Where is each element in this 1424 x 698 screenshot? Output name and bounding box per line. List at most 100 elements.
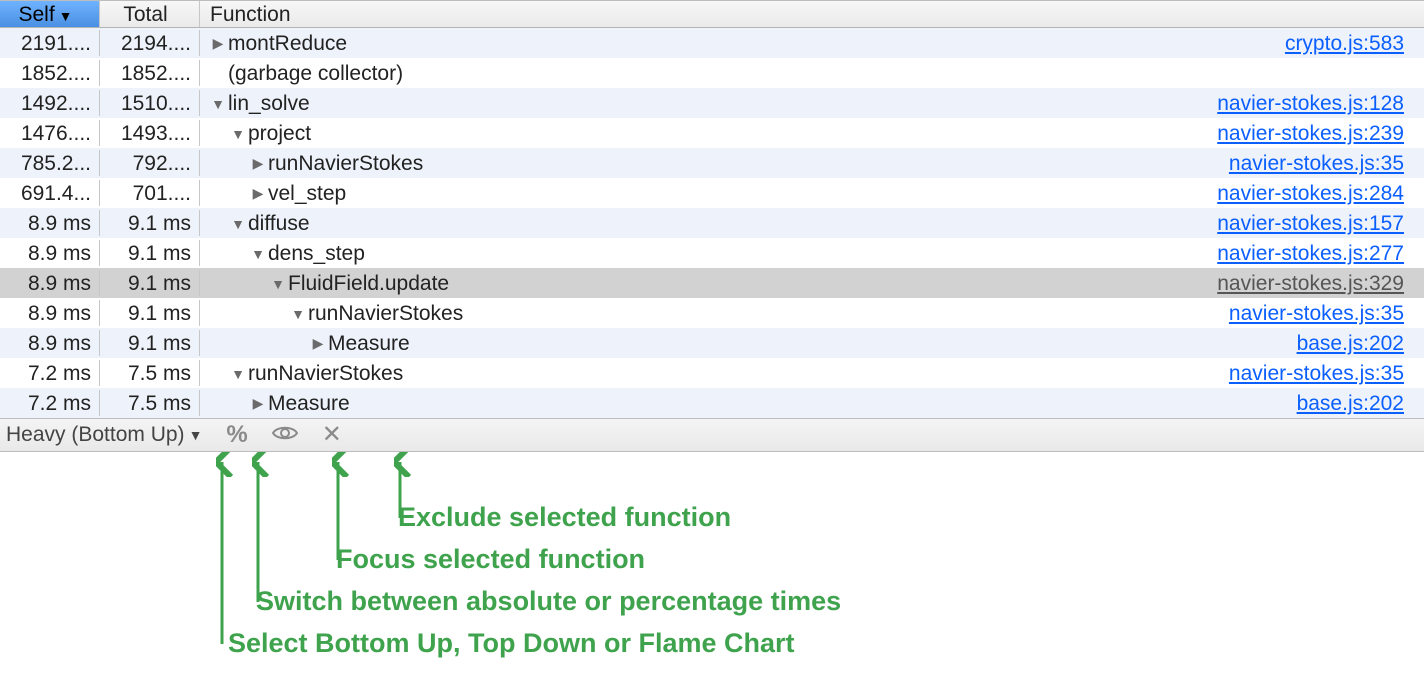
percent-toggle-button[interactable]: % <box>226 421 247 449</box>
column-total-label: Total <box>123 3 167 26</box>
source-location-link[interactable]: navier-stokes.js:329 <box>1217 272 1414 296</box>
source-location-link[interactable]: navier-stokes.js:128 <box>1217 92 1414 116</box>
source-location-link[interactable]: navier-stokes.js:239 <box>1217 122 1414 146</box>
cell-function: ▼runNavierStokes navier-stokes.js:35 <box>200 300 1424 326</box>
cell-function: ▼runNavierStokes navier-stokes.js:35 <box>200 360 1424 386</box>
cell-function: ▼dens_step navier-stokes.js:277 <box>200 240 1424 266</box>
cell-function: ▼FluidField.update navier-stokes.js:329 <box>200 270 1424 296</box>
cell-total: 1852.... <box>100 60 200 86</box>
source-location-link[interactable]: navier-stokes.js:35 <box>1229 152 1414 176</box>
function-name: diffuse <box>248 212 310 236</box>
cell-function: ▶Measure base.js:202 <box>200 390 1424 416</box>
column-function-label: Function <box>210 3 291 27</box>
function-name: montReduce <box>228 32 347 56</box>
function-name: Measure <box>268 392 350 416</box>
function-name: (garbage collector) <box>228 62 403 86</box>
cell-total: 9.1 ms <box>100 300 200 326</box>
table-row[interactable]: 1492....1510.... ▼lin_solve navier-stokes.… <box>0 88 1424 118</box>
cell-function: (garbage collector) <box>200 60 1424 86</box>
disclosure-open-icon[interactable]: ▼ <box>230 216 246 232</box>
cell-self: 7.2 ms <box>0 390 100 416</box>
function-name: FluidField.update <box>288 272 449 296</box>
table-row[interactable]: 8.9 ms9.1 ms▼FluidField.updatenavier-sto… <box>0 268 1424 298</box>
function-name: lin_solve <box>228 92 310 116</box>
cell-self: 691.4... <box>0 180 100 206</box>
column-self-label: Self <box>18 3 54 26</box>
function-name: project <box>248 122 311 146</box>
source-location-link[interactable]: navier-stokes.js:157 <box>1217 212 1414 236</box>
disclosure-open-icon[interactable]: ▼ <box>250 246 266 262</box>
cell-self: 2191.... <box>0 30 100 56</box>
cell-total: 792.... <box>100 150 200 176</box>
table-row[interactable]: 8.9 ms9.1 ms▶Measurebase.js:202 <box>0 328 1424 358</box>
cell-self: 1492.... <box>0 90 100 116</box>
source-location-link[interactable]: crypto.js:583 <box>1285 32 1414 56</box>
cell-self: 8.9 ms <box>0 240 100 266</box>
cell-total: 1493.... <box>100 120 200 146</box>
cell-function: ▼diffuse navier-stokes.js:157 <box>200 210 1424 236</box>
annotation-exclude: Exclude selected function <box>398 502 731 533</box>
table-row[interactable]: 7.2 ms7.5 ms ▼runNavierStokes navier-stoke… <box>0 358 1424 388</box>
table-row[interactable]: 785.2...792.... ▶runNavierStokes navier-st… <box>0 148 1424 178</box>
function-name: runNavierStokes <box>248 362 403 386</box>
cell-function: ▶Measurebase.js:202 <box>200 330 1424 356</box>
annotation-switch: Switch between absolute or percentage ti… <box>256 586 841 617</box>
cell-function: ▼project navier-stokes.js:239 <box>200 120 1424 146</box>
table-header: Self▼ Total Function <box>0 0 1424 28</box>
disclosure-closed-icon[interactable]: ▶ <box>250 185 266 202</box>
source-location-link[interactable]: navier-stokes.js:277 <box>1217 242 1414 266</box>
disclosure-open-icon[interactable]: ▼ <box>230 366 246 382</box>
cell-total: 9.1 ms <box>100 330 200 356</box>
function-name: dens_step <box>268 242 365 266</box>
cell-function: ▶runNavierStokes navier-stokes.js:35 <box>200 150 1424 176</box>
table-row[interactable]: 1852....1852.... (garbage collector) <box>0 58 1424 88</box>
cell-total: 7.5 ms <box>100 360 200 386</box>
disclosure-open-icon[interactable]: ▼ <box>230 126 246 142</box>
profiler-panel: Self▼ Total Function 2191....2194....▶mo… <box>0 0 1424 672</box>
annotation-overlay: Exclude selected function Focus selected… <box>0 452 1424 672</box>
column-header-total[interactable]: Total <box>100 1 200 27</box>
function-name: runNavierStokes <box>308 302 463 326</box>
disclosure-closed-icon[interactable]: ▶ <box>250 395 266 412</box>
table-row[interactable]: 691.4...701.... ▶vel_step navier-stokes.js… <box>0 178 1424 208</box>
cell-self: 8.9 ms <box>0 300 100 326</box>
column-header-function[interactable]: Function <box>200 1 1424 27</box>
source-location-link[interactable]: navier-stokes.js:35 <box>1229 362 1414 386</box>
table-row[interactable]: 8.9 ms9.1 ms ▼runNavierStokes navier-stoke… <box>0 298 1424 328</box>
disclosure-closed-icon[interactable]: ▶ <box>210 35 226 52</box>
column-header-self[interactable]: Self▼ <box>0 1 100 27</box>
cell-self: 785.2... <box>0 150 100 176</box>
exclude-function-button[interactable]: ✕ <box>322 423 342 447</box>
cell-self: 1852.... <box>0 60 100 86</box>
chevron-down-icon: ▼ <box>189 427 203 443</box>
eye-icon <box>272 424 298 442</box>
annotation-focus: Focus selected function <box>336 544 645 575</box>
function-name: runNavierStokes <box>268 152 423 176</box>
cell-self: 1476.... <box>0 120 100 146</box>
focus-function-button[interactable] <box>272 424 298 446</box>
disclosure-closed-icon[interactable]: ▶ <box>310 335 326 352</box>
profiler-toolbar: Heavy (Bottom Up) ▼ % ✕ <box>0 418 1424 452</box>
disclosure-open-icon[interactable]: ▼ <box>270 276 286 292</box>
cell-total: 1510.... <box>100 90 200 116</box>
source-location-link[interactable]: navier-stokes.js:284 <box>1217 182 1414 206</box>
table-row[interactable]: 7.2 ms7.5 ms ▶Measure base.js:202 <box>0 388 1424 418</box>
cell-total: 701.... <box>100 180 200 206</box>
source-location-link[interactable]: navier-stokes.js:35 <box>1229 302 1414 326</box>
cell-total: 9.1 ms <box>100 210 200 236</box>
disclosure-open-icon[interactable]: ▼ <box>290 306 306 322</box>
source-location-link[interactable]: base.js:202 <box>1297 332 1414 356</box>
cell-function: ▶montReduce crypto.js:583 <box>200 30 1424 56</box>
cell-total: 7.5 ms <box>100 390 200 416</box>
table-row[interactable]: 8.9 ms9.1 ms▼dens_stepnavier-stokes.js:2… <box>0 238 1424 268</box>
table-row[interactable]: 8.9 ms9.1 ms▼diffusenavier-stokes.js:157 <box>0 208 1424 238</box>
disclosure-closed-icon[interactable]: ▶ <box>250 155 266 172</box>
view-selector-dropdown[interactable]: Heavy (Bottom Up) ▼ <box>6 423 202 447</box>
function-name: vel_step <box>268 182 346 206</box>
table-row[interactable]: 1476....1493.... ▼project navier-stokes.js… <box>0 118 1424 148</box>
cell-self: 8.9 ms <box>0 330 100 356</box>
table-row[interactable]: 2191....2194....▶montReducecrypto.js:583 <box>0 28 1424 58</box>
cell-self: 7.2 ms <box>0 360 100 386</box>
disclosure-open-icon[interactable]: ▼ <box>210 96 226 112</box>
source-location-link[interactable]: base.js:202 <box>1297 392 1414 416</box>
